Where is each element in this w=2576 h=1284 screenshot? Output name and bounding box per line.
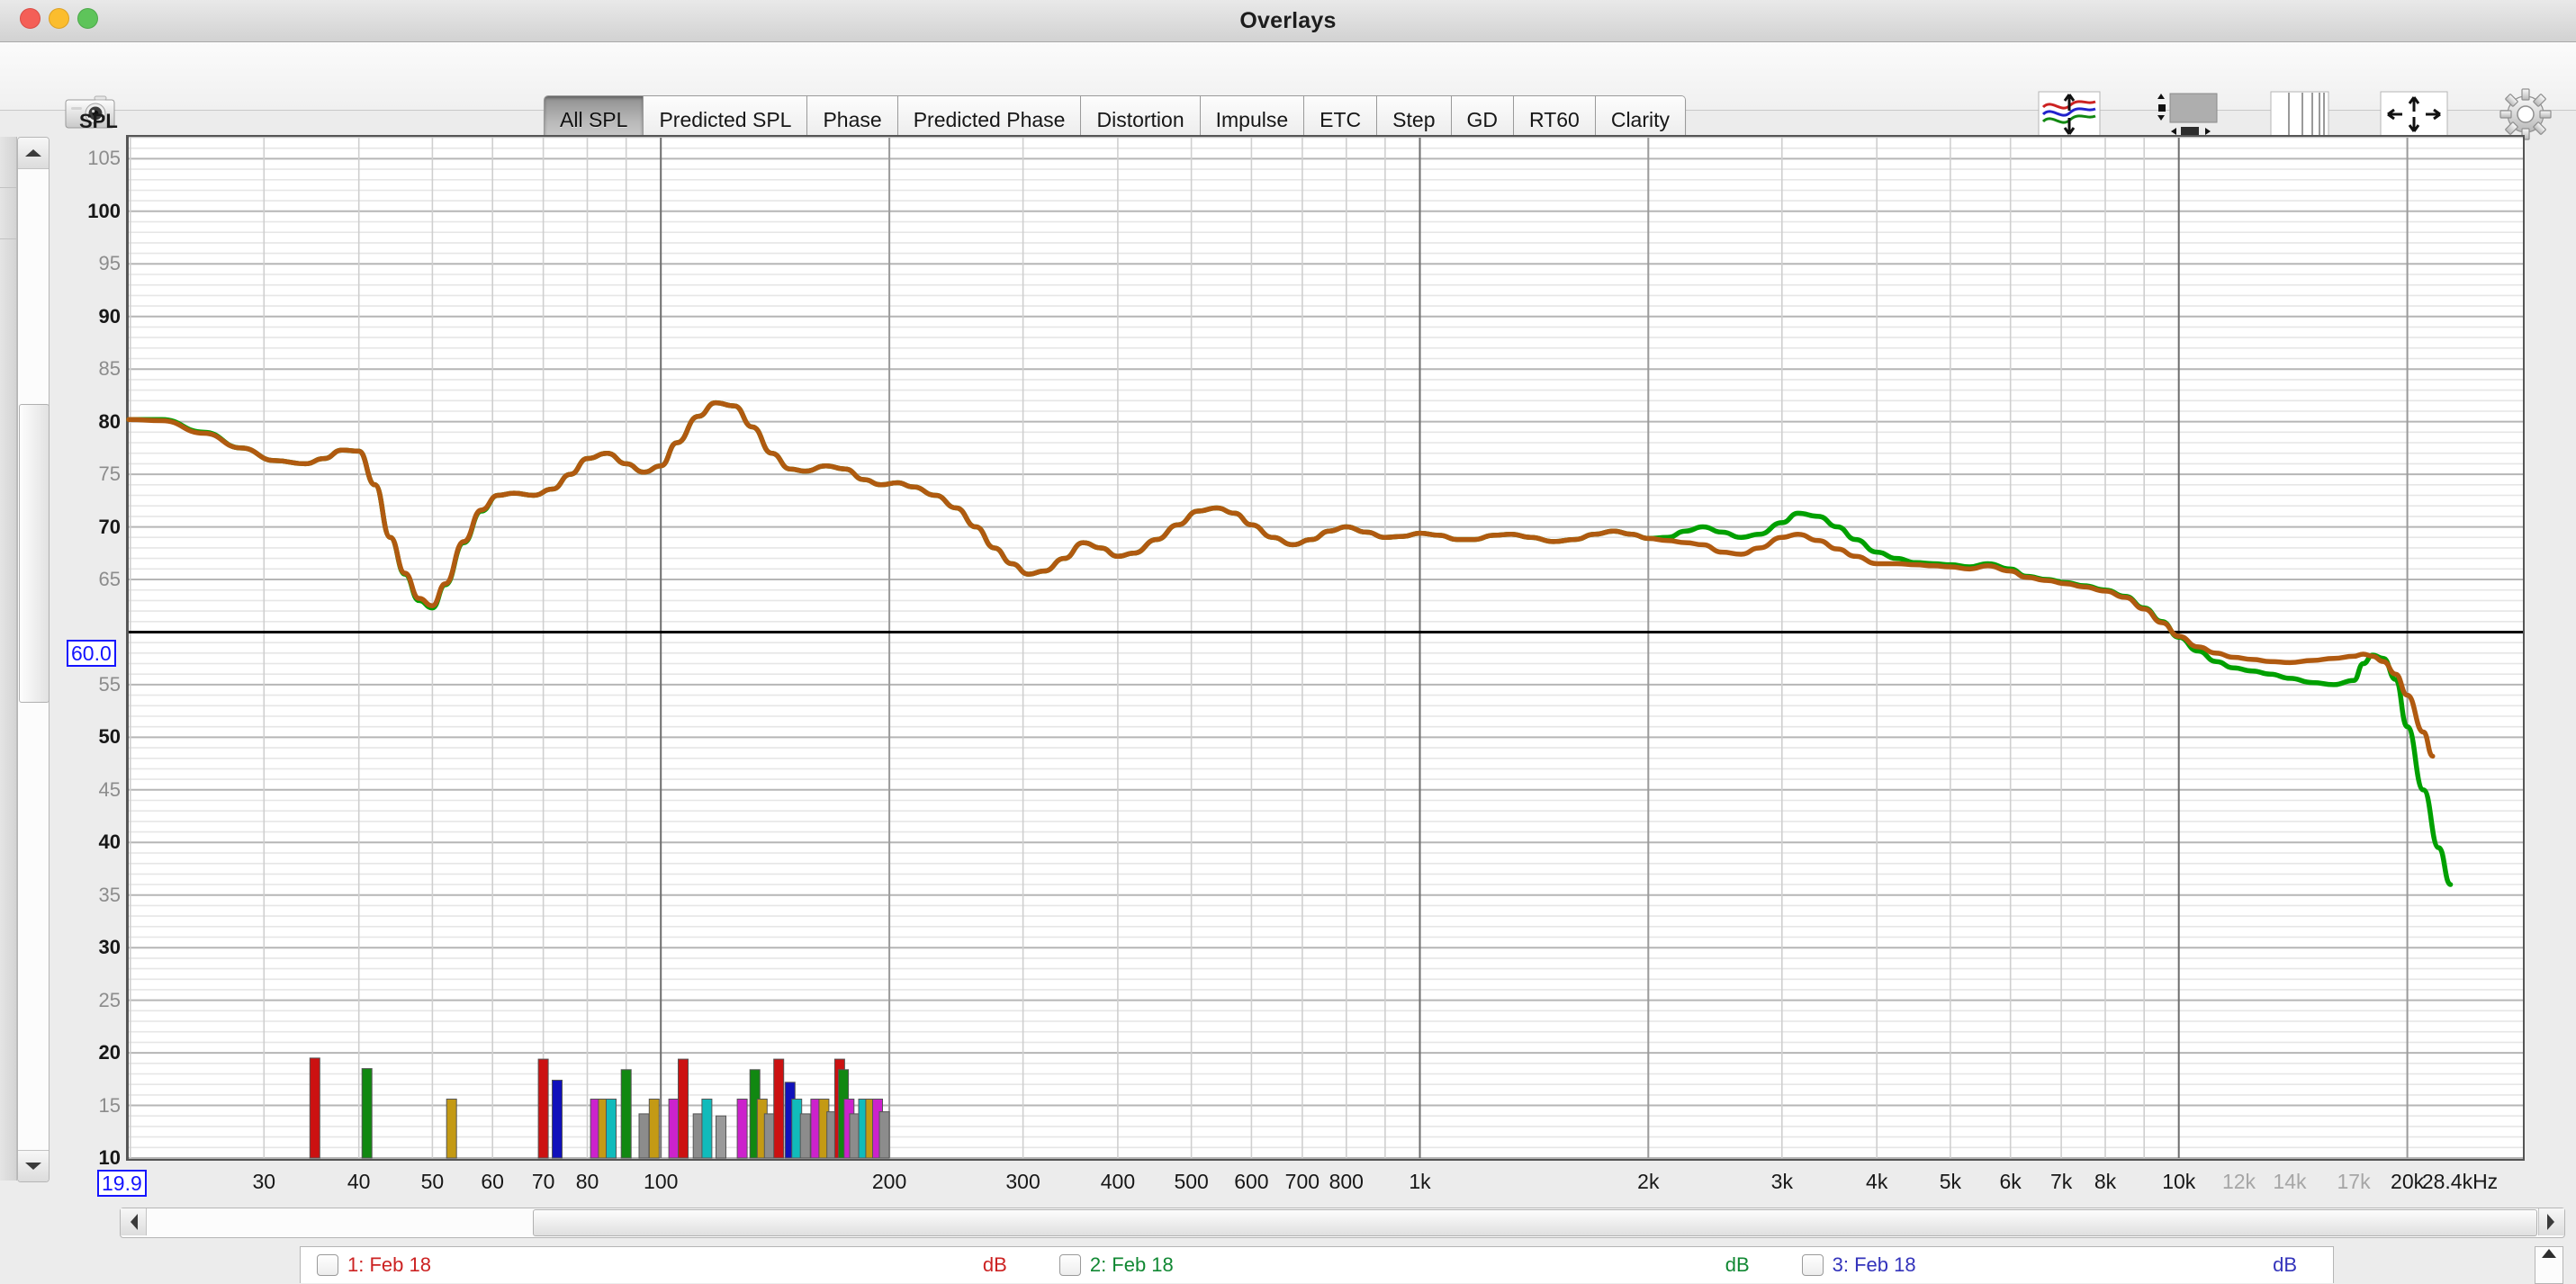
y-tick-label: 40	[98, 831, 121, 854]
x-tick-label: 50	[420, 1170, 445, 1193]
legend-entry[interactable]: 1: Feb 18 dB	[301, 1253, 1043, 1277]
y-tick-label: 35	[98, 883, 121, 906]
scroll-right-icon[interactable]	[2538, 1208, 2564, 1235]
x-tick-label: 10k	[2162, 1170, 2196, 1193]
x-tick-label: 200	[871, 1170, 907, 1193]
overlays-window: Overlays All SPL Predicted SPL Phase Predic…	[0, 0, 2576, 1284]
y-tick-label: 70	[98, 515, 121, 538]
legend-label: 2: Feb 18	[1089, 1253, 1174, 1276]
x-tick-label: 30	[252, 1170, 276, 1193]
plot-canvas[interactable]	[126, 135, 2525, 1161]
x-tick-label: 6k	[1999, 1170, 2022, 1193]
y-tick-label: 95	[98, 252, 121, 275]
x-tick-label: 600	[1234, 1170, 1269, 1193]
x-tick-label: 300	[1005, 1170, 1040, 1193]
y-tick-label: 75	[98, 462, 121, 486]
legend-scrollbar[interactable]	[2535, 1246, 2563, 1284]
legend-checkbox[interactable]	[317, 1254, 338, 1276]
y-axis-title: SPL	[79, 110, 118, 132]
y-tick-label: 25	[98, 988, 121, 1011]
left-edge-strip	[0, 137, 17, 1181]
title-bar: Overlays	[0, 0, 2576, 42]
x-tick-label: 3k	[1770, 1170, 1793, 1193]
legend-unit: dB	[982, 1253, 1007, 1276]
spl-graph[interactable]	[126, 135, 2525, 1161]
x-axis: 30 40 50 60 70 80 100 200 300 400 500 600 700 800 1k 2k…	[126, 1166, 2538, 1202]
vertical-scrollbar[interactable]	[17, 137, 50, 1182]
edge-tab[interactable]	[0, 137, 16, 188]
zoom-scale-icon[interactable]	[2151, 90, 2220, 139]
legend-label: 1: Feb 18	[347, 1253, 431, 1276]
legend-checkbox[interactable]	[1801, 1254, 1824, 1276]
legend-checkbox[interactable]	[1058, 1254, 1081, 1276]
scroll-up-icon[interactable]	[18, 138, 49, 169]
x-tick-label: 500	[1174, 1170, 1209, 1193]
y-tick-label: 10	[98, 1146, 121, 1169]
x-tick-label: 5k	[1939, 1170, 1962, 1193]
scroll-up-icon[interactable]	[2541, 1247, 2557, 1260]
legend-entry[interactable]: 3: Feb 18 dB	[1786, 1253, 2333, 1277]
y-tick-label: 55	[98, 672, 121, 696]
x-tick-label: 8k	[2094, 1170, 2117, 1193]
y-tick-label: 100	[87, 199, 121, 222]
x-tick-label: 70	[531, 1170, 555, 1193]
scroll-down-icon[interactable]	[18, 1150, 49, 1181]
x-tick-label: 400	[1100, 1170, 1136, 1193]
pan-arrows-icon[interactable]	[2380, 91, 2448, 138]
axis-columns-icon[interactable]	[2270, 91, 2329, 138]
edge-tab[interactable]	[0, 188, 16, 239]
x-tick-label: 4k	[1866, 1170, 1888, 1193]
y-tick-label: 80	[98, 409, 121, 433]
x-tick-label: 1k	[1409, 1170, 1431, 1193]
x-tick-label: 700	[1284, 1170, 1320, 1193]
x-tick-label: 14k	[2273, 1170, 2307, 1193]
y-tick-label: 85	[98, 357, 121, 381]
y-tick-label: 90	[98, 304, 121, 328]
horizontal-scrollbar[interactable]	[120, 1208, 2565, 1238]
x-tick-label: 40	[347, 1170, 371, 1193]
y-tick-label: 50	[98, 725, 121, 749]
toolbar: All SPL Predicted SPL Phase Predicted Phase…	[0, 42, 2576, 144]
y-cursor-readout[interactable]: 60.0	[67, 640, 116, 667]
measurement-legend[interactable]: 1: Feb 18 dB 2: Feb 18 dB 3: Feb 18 dB	[300, 1246, 2334, 1283]
y-tick-label: 105	[87, 147, 121, 170]
scroll-left-icon[interactable]	[121, 1208, 147, 1235]
vertical-scroll-thumb[interactable]	[19, 404, 50, 703]
x-tick-label: 7k	[2049, 1170, 2073, 1193]
y-tick-label: 65	[98, 568, 121, 590]
x-tick-label: 100	[644, 1170, 679, 1193]
legend-entry[interactable]: 2: Feb 18 dB	[1043, 1253, 1786, 1277]
y-tick-label: 15	[98, 1093, 121, 1117]
x-tick-label: 20k	[2391, 1170, 2425, 1193]
window-title: Overlays	[1239, 8, 1337, 33]
gear-icon[interactable]	[2499, 87, 2553, 141]
x-tick-label: 12k	[2221, 1170, 2256, 1193]
x-tick-label: 80	[575, 1170, 599, 1193]
toolbar-icon-group	[2038, 87, 2553, 141]
x-tick-label: 17k	[2337, 1170, 2371, 1193]
x-tick-label: 2k	[1637, 1170, 1660, 1193]
y-tick-label: 20	[98, 1041, 121, 1064]
x-tick-label: 60	[481, 1170, 504, 1193]
x-tick-label: 800	[1329, 1170, 1364, 1193]
x-tick-label: 28.4kHz	[2421, 1170, 2499, 1193]
limits-curves-icon[interactable]	[2038, 91, 2101, 138]
horizontal-scroll-thumb[interactable]	[533, 1209, 2537, 1236]
legend-unit: dB	[1725, 1253, 1750, 1276]
legend-label: 3: Feb 18	[1832, 1253, 1916, 1276]
legend-unit: dB	[2273, 1253, 2298, 1276]
y-tick-label: 45	[98, 777, 121, 801]
y-tick-label: 30	[98, 936, 121, 959]
